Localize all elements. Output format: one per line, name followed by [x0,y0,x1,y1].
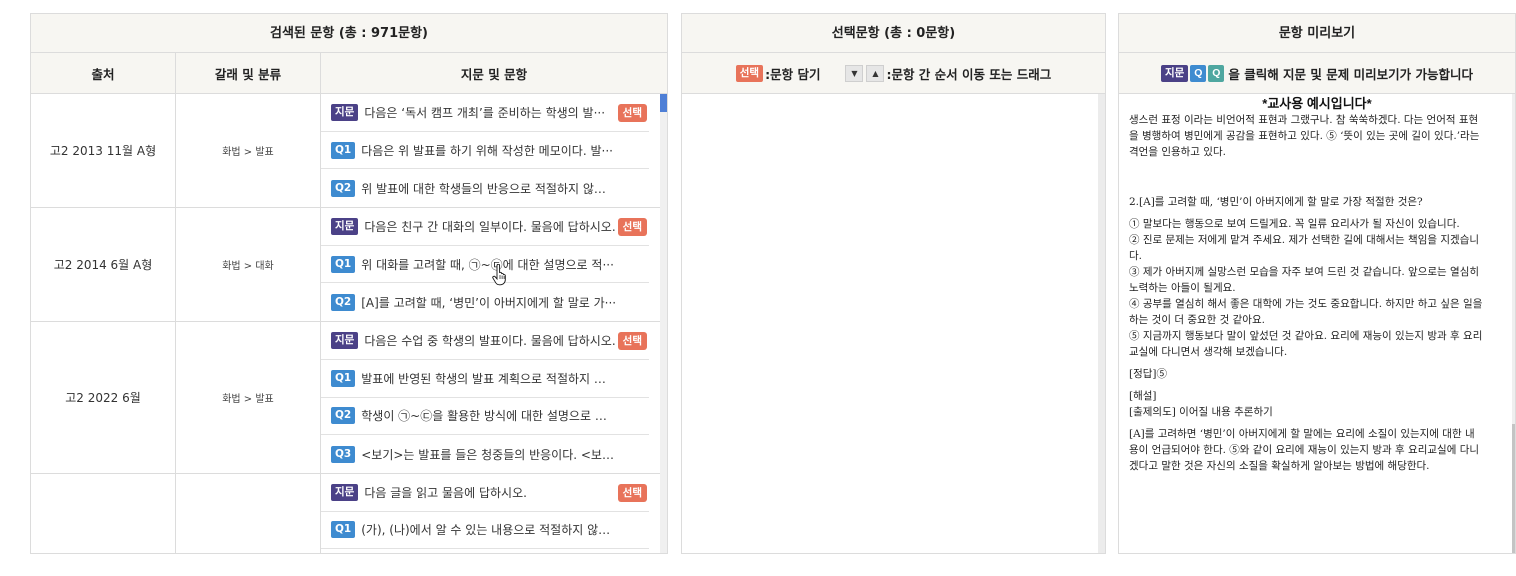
item-text: <보기>는 발표를 들은 청중들의 반응이다. <보기··· [361,447,617,462]
search-table-header: 출처 갈래 및 분류 지문 및 문항 [31,53,667,94]
result-category [176,473,321,553]
question-row[interactable] [321,549,649,553]
result-category: 화법 > 발표 [176,322,321,473]
item-text: 다음은 위 발표를 하기 위해 작성한 메모이다. 발··· [361,143,613,158]
item-text: [A]를 고려할 때, ‘병민’이 아버지에게 할 말로 가··· [361,295,617,310]
hint-select-tag: 선택 [735,64,764,82]
preview-panel: 문항 미리보기 지문 Q Q 을 클릭해 지문 및 문제 미리보기가 가능합니다… [1118,13,1516,554]
result-source: 고2 2014 6월 A형 [31,208,176,322]
result-source [31,473,176,553]
preview-panel-hint: 지문 Q Q 을 클릭해 지문 및 문제 미리보기가 가능합니다 [1119,53,1515,94]
selected-panel-hint: 선택 :문항 담기 ▼ ▲ :문항 간 순서 이동 또는 드래그 [682,53,1105,94]
result-category: 화법 > 대화 [176,208,321,322]
question-row[interactable]: Q3 <보기>는 발표를 들은 청중들의 반응이다. <보기··· [321,435,649,473]
selected-panel-title: 선택문항 (총 : 0문항) [682,14,1105,53]
hint-passage-tag: 지문 [1161,64,1189,82]
option-2: ② 진로 문제는 저에게 맡겨 주세요. 제가 선택한 길에 대해서는 책임을 … [1129,234,1480,262]
hint-select-text: :문항 담기 [765,66,821,82]
search-table-body: 고2 2013 11월 A형 화법 > 발표 지문 다음은 ‘독서 캠프 개최’를 준… [31,94,667,553]
preview-intent: [출제의도] 이어질 내용 추론하기 [1129,406,1273,418]
item-text: 학생이 ㉠~㉢을 활용한 방식에 대한 설명으로 가··· [361,409,617,424]
selected-list-area[interactable] [682,94,1105,553]
hint-q-tag-blue: Q [1190,64,1207,82]
passage-row[interactable]: 지문 다음은 ‘독서 캠프 개최’를 준비하는 학생의 발··· 선택 [321,94,649,132]
item-text: 다음은 수업 중 학생의 발표이다. 물음에 답하시오. [364,333,616,348]
question-tag[interactable]: Q3 [331,445,356,463]
question-tag[interactable]: Q2 [331,179,356,197]
hint-order-text: :문항 간 순서 이동 또는 드래그 [886,66,1052,82]
option-1: ① 말보다는 행동으로 보여 드릴게요. 꼭 일류 요리사가 될 자신이 있습니… [1129,218,1460,230]
search-results-panel: 검색된 문항 (총 : 971문항) 출처 갈래 및 분류 지문 및 문항 고2… [30,13,668,554]
select-button[interactable]: 선택 [617,104,647,122]
result-category: 화법 > 발표 [176,94,321,208]
preview-content: *교사용 예시입니다* 생스런 표정 이라는 비언어적 표현과 그랬구나. 참 … [1119,94,1515,553]
preview-panel-title: 문항 미리보기 [1119,14,1515,53]
preview-answer: [정답]⑤ [1129,368,1168,380]
preview-hint-text: 을 클릭해 지문 및 문제 미리보기가 가능합니다 [1228,66,1473,82]
preview-explanation-label: [해설] [1129,390,1157,402]
result-group: 고2 2022 6월 화법 > 발표 지문 다음은 수업 중 학생의 발표이다. 물음… [31,322,667,474]
item-text: (가), (나)에서 알 수 있는 내용으로 적절하지 않은··· [361,523,617,538]
result-source: 고2 2013 11월 A형 [31,94,176,208]
item-text: 다음은 ‘독서 캠프 개최’를 준비하는 학생의 발··· [364,105,606,120]
question-row[interactable]: Q1 다음은 위 발표를 하기 위해 작성한 메모이다. 발··· [321,132,649,170]
item-text: 다음은 친구 간 대화의 일부이다. 물음에 답하시오. [364,219,616,234]
hand-pointer-icon [492,264,506,286]
result-group: 고2 2013 11월 A형 화법 > 발표 지문 다음은 ‘독서 캠프 개최’를 준… [31,94,667,209]
option-5: ⑤ 지금까지 행동보다 말이 앞섰던 것 같아요. 요리에 재능이 있는지 방과… [1129,330,1483,358]
preview-explanation: [A]를 고려하면 ‘병민’이 아버지에게 할 말에는 요리에 소질이 있는지에… [1129,428,1480,472]
question-tag[interactable]: Q1 [331,141,356,159]
teacher-example-header: *교사용 예시입니다* [1262,96,1372,111]
item-text: 위 발표에 대한 학생들의 반응으로 적절하지 않은··· [361,181,617,196]
question-row[interactable]: Q2 [A]를 고려할 때, ‘병민’이 아버지에게 할 말로 가··· [321,283,649,321]
question-tag[interactable]: Q2 [331,407,356,425]
passage-row[interactable]: 지문 다음 글을 읽고 물음에 답하시오. 선택 [321,474,649,512]
question-row[interactable]: Q2 위 발표에 대한 학생들의 반응으로 적절하지 않은··· [321,169,649,207]
passage-tag[interactable]: 지문 [331,483,359,501]
select-button[interactable]: 선택 [617,483,647,502]
passage-tag[interactable]: 지문 [331,331,359,349]
select-button[interactable]: 선택 [617,218,647,237]
passage-tag[interactable]: 지문 [331,103,359,121]
search-scrollbar-thumb[interactable] [660,94,667,112]
question-tag[interactable]: Q1 [331,521,356,539]
move-down-icon: ▼ [845,64,864,82]
column-source: 출처 [31,53,176,93]
question-tag[interactable]: Q1 [331,369,356,387]
move-up-icon: ▲ [866,64,885,82]
preview-scrollbar-thumb[interactable] [1512,424,1515,553]
question-tag[interactable]: Q1 [331,255,356,273]
passage-row[interactable]: 지문 다음은 수업 중 학생의 발표이다. 물음에 답하시오. 선택 [321,322,649,360]
select-button[interactable]: 선택 [617,332,647,351]
preview-scrollbar[interactable] [1512,94,1515,553]
column-category: 갈래 및 분류 [176,53,321,93]
hint-q-tag-teal: Q [1208,64,1225,82]
question-row[interactable]: Q1 (가), (나)에서 알 수 있는 내용으로 적절하지 않은··· [321,512,649,550]
question-tag[interactable]: Q2 [331,293,356,311]
question-row[interactable]: Q2 학생이 ㉠~㉢을 활용한 방식에 대한 설명으로 가··· [321,398,649,436]
item-text: 발표에 반영된 학생의 발표 계획으로 적절하지 않··· [361,371,617,386]
result-items: 지문 다음 글을 읽고 물음에 답하시오. 선택 Q1 (가), (나)에서 알 수 있… [321,474,667,553]
preview-question: 2.[A]를 고려할 때, ‘병민’이 아버지에게 할 말로 가장 적절한 것은… [1129,196,1423,208]
column-passage-question: 지문 및 문항 [460,66,528,82]
search-panel-title: 검색된 문항 (총 : 971문항) [31,14,667,53]
result-items: 지문 다음은 수업 중 학생의 발표이다. 물음에 답하시오. 선택 Q1 발표에 반영… [321,322,667,473]
option-4: ④ 공부를 열심히 해서 좋은 대학에 가는 것도 중요합니다. 하지만 하고 … [1129,298,1483,326]
item-text: 위 대화를 고려할 때, ㉠~㉢에 대한 설명으로 적··· [361,257,614,272]
question-row[interactable]: Q1 위 대화를 고려할 때, ㉠~㉢에 대한 설명으로 적··· [321,246,649,284]
selected-scrollbar[interactable] [1098,94,1105,553]
result-group: 지문 다음 글을 읽고 물음에 답하시오. 선택 Q1 (가), (나)에서 알 수 있… [31,473,667,553]
search-scrollbar[interactable] [660,94,667,553]
preview-options: ① 말보다는 행동으로 보여 드릴게요. 꼭 일류 요리사가 될 자신이 있습니… [1129,216,1483,360]
selected-questions-panel: 선택문항 (총 : 0문항) 선택 :문항 담기 ▼ ▲ :문항 간 순서 이동… [681,13,1106,554]
question-row[interactable]: Q1 발표에 반영된 학생의 발표 계획으로 적절하지 않··· [321,360,649,398]
option-3: ③ 제가 아버지께 실망스런 모습을 자주 보여 드린 것 같습니다. 앞으로는… [1129,266,1480,294]
result-items: 지문 다음은 ‘독서 캠프 개최’를 준비하는 학생의 발··· 선택 Q1 다음은 위… [321,94,667,207]
result-group: 고2 2014 6월 A형 화법 > 대화 지문 다음은 친구 간 대화의 일부이다.… [31,208,667,323]
result-source: 고2 2022 6월 [31,322,176,473]
preview-passage-tail: 생스런 표정 이라는 비언어적 표현과 그랬구나. 참 쑥쑥하겠다. 다는 언어… [1129,114,1480,158]
passage-row[interactable]: 지문 다음은 친구 간 대화의 일부이다. 물음에 답하시오. 선택 [321,208,649,246]
item-text: 다음 글을 읽고 물음에 답하시오. [364,485,527,500]
passage-tag[interactable]: 지문 [331,217,359,235]
